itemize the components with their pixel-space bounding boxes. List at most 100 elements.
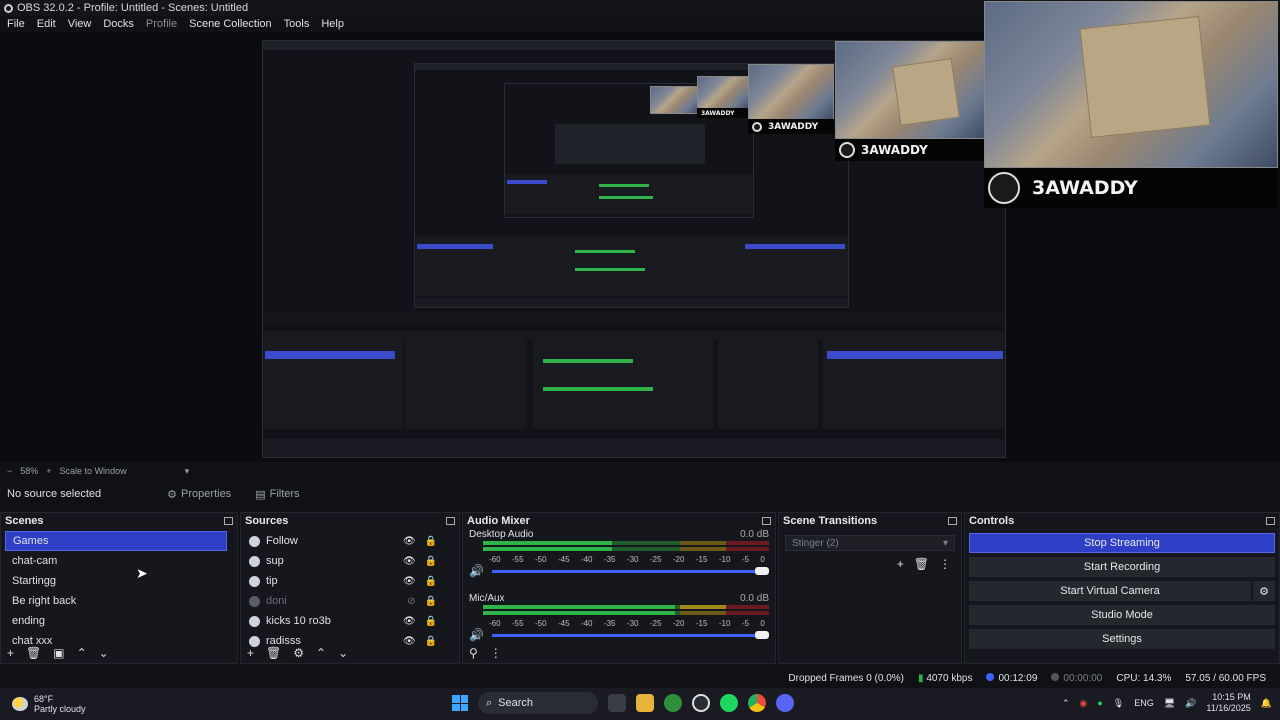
scene-item[interactable]: Startingg <box>5 571 227 591</box>
volume-slider[interactable] <box>491 630 769 639</box>
eye-icon[interactable]: 👁 <box>403 636 416 647</box>
eye-icon[interactable]: 👁 <box>403 536 416 547</box>
lock-icon[interactable]: 🔒 <box>425 536 437 547</box>
microphone-icon[interactable]: 🎙 <box>1113 698 1124 709</box>
eye-icon[interactable]: 👁 <box>403 616 416 627</box>
scene-item[interactable]: Be right back <box>5 591 227 611</box>
source-item[interactable]: tip 👁 🔒 <box>241 571 459 591</box>
network-icon[interactable]: 🖥 <box>1164 698 1175 709</box>
menu-docks[interactable]: Docks <box>103 18 134 30</box>
eye-icon[interactable]: 👁 <box>403 576 416 587</box>
move-up-icon[interactable]: ⌃ <box>77 646 87 660</box>
studio-mode-button[interactable]: Studio Mode <box>969 605 1275 625</box>
add-scene-icon[interactable]: + <box>7 646 14 660</box>
obs-app-icon[interactable] <box>692 694 710 712</box>
language-indicator[interactable]: ENG <box>1134 698 1154 708</box>
volume-handle[interactable] <box>755 566 769 575</box>
link-icon[interactable]: ⚲ <box>469 646 478 660</box>
more-options-icon[interactable]: ⋮ <box>490 646 502 660</box>
more-options-icon[interactable]: ⋮ <box>939 557 951 571</box>
menu-edit[interactable]: Edit <box>37 18 56 30</box>
spotify-tray-icon[interactable]: ● <box>1097 698 1102 708</box>
windows-start-icon[interactable] <box>452 695 468 711</box>
menu-tools[interactable]: Tools <box>284 18 310 30</box>
menu-scene-collection[interactable]: Scene Collection <box>189 18 272 30</box>
lock-icon[interactable]: 🔒 <box>425 616 437 627</box>
lock-icon[interactable]: 🔒 <box>425 596 437 607</box>
properties-button[interactable]: ⚙ Properties <box>167 488 231 501</box>
tick: 0 <box>760 555 765 564</box>
speaker-icon[interactable]: 🔊 <box>469 628 484 642</box>
transition-select[interactable]: Stinger (2) ▾ <box>785 535 955 551</box>
scale-mode[interactable]: Scale to Window <box>60 466 127 476</box>
xbox-icon[interactable] <box>664 694 682 712</box>
move-up-icon[interactable]: ⌃ <box>316 646 326 660</box>
tick: -25 <box>649 619 662 628</box>
virtual-camera-settings-gear-icon[interactable]: ⚙ <box>1253 581 1275 601</box>
chrome-icon[interactable] <box>748 694 766 712</box>
notifications-icon[interactable]: 🔔 <box>1261 698 1272 709</box>
speaker-icon[interactable]: 🔊 <box>469 564 484 578</box>
source-item[interactable]: doni ⊘ 🔒 <box>241 591 459 611</box>
zoom-out-button[interactable]: − <box>7 466 12 476</box>
eye-icon[interactable]: 👁 <box>403 556 416 567</box>
undock-icon[interactable] <box>762 517 771 525</box>
tray-app-icon[interactable]: ◉ <box>1079 698 1087 709</box>
source-item[interactable]: kicks 10 ro3b 👁 🔒 <box>241 611 459 631</box>
menu-help[interactable]: Help <box>321 18 344 30</box>
weather-widget[interactable]: 68°F Partly cloudy <box>0 694 86 714</box>
volume-handle[interactable] <box>755 630 769 639</box>
start-virtual-camera-button[interactable]: Start Virtual Camera <box>969 581 1251 601</box>
undock-icon[interactable] <box>224 517 233 525</box>
settings-button[interactable]: Settings <box>969 629 1275 649</box>
webcam-feed-tiny <box>650 86 698 114</box>
webcam-label-small: 3AWADDY <box>748 119 834 134</box>
gear-icon[interactable]: ⚙ <box>293 646 304 660</box>
discord-icon[interactable] <box>776 694 794 712</box>
source-item[interactable]: Follow 👁 🔒 <box>241 531 459 551</box>
undock-icon[interactable] <box>1266 517 1275 525</box>
chevron-down-icon[interactable]: ▾ <box>185 466 190 477</box>
filter-icon[interactable]: ▣ <box>53 646 64 660</box>
source-item[interactable]: sup 👁 🔒 <box>241 551 459 571</box>
undock-icon[interactable] <box>948 517 957 525</box>
gear-icon: ⚙ <box>167 488 178 501</box>
lock-icon[interactable]: 🔒 <box>425 556 437 567</box>
lock-icon[interactable]: 🔒 <box>425 636 437 647</box>
taskbar-search[interactable]: ⌕ Search <box>478 692 598 714</box>
move-down-icon[interactable]: ⌄ <box>99 646 109 660</box>
zoom-in-button[interactable]: + <box>46 466 51 476</box>
eye-hidden-icon[interactable]: ⊘ <box>407 596 415 607</box>
filters-button[interactable]: ▤ Filters <box>255 488 299 501</box>
scene-item[interactable]: Games <box>5 531 227 551</box>
lock-icon[interactable]: 🔒 <box>425 576 437 587</box>
move-down-icon[interactable]: ⌄ <box>338 646 348 660</box>
menu-file[interactable]: File <box>7 18 25 30</box>
zoom-bar: − 58% + Scale to Window ▾ <box>0 464 1280 478</box>
meter-ticks: -60 -55 -50 -45 -40 -35 -30 -25 -20 -15 -10 -5 0 <box>489 619 765 629</box>
scene-item[interactable]: chat-cam <box>5 551 227 571</box>
menu-profile[interactable]: Profile <box>146 18 177 30</box>
trash-icon[interactable]: 🗑 <box>26 646 41 660</box>
task-view-icon[interactable] <box>608 694 626 712</box>
spotify-icon[interactable] <box>720 694 738 712</box>
tick: -60 <box>489 619 501 628</box>
tick: -45 <box>557 555 570 564</box>
chevron-up-icon[interactable]: ⌃ <box>1062 698 1070 709</box>
file-explorer-icon[interactable] <box>636 694 654 712</box>
undock-icon[interactable] <box>446 517 455 525</box>
trash-icon[interactable]: 🗑 <box>914 557 929 571</box>
add-transition-icon[interactable]: + <box>897 557 904 571</box>
stop-streaming-button[interactable]: Stop Streaming <box>969 533 1275 553</box>
start-recording-button[interactable]: Start Recording <box>969 557 1275 577</box>
volume-slider[interactable] <box>491 566 769 575</box>
trash-icon[interactable]: 🗑 <box>266 646 281 660</box>
tick: -45 <box>557 619 570 628</box>
tick: -20 <box>672 555 685 564</box>
menu-view[interactable]: View <box>68 18 92 30</box>
scene-item[interactable]: ending <box>5 611 227 631</box>
add-source-icon[interactable]: + <box>247 646 254 660</box>
volume-icon[interactable]: 🔊 <box>1185 698 1196 709</box>
clock[interactable]: 10:15 PM 11/16/2025 <box>1206 692 1250 714</box>
tick: 0 <box>760 619 765 628</box>
